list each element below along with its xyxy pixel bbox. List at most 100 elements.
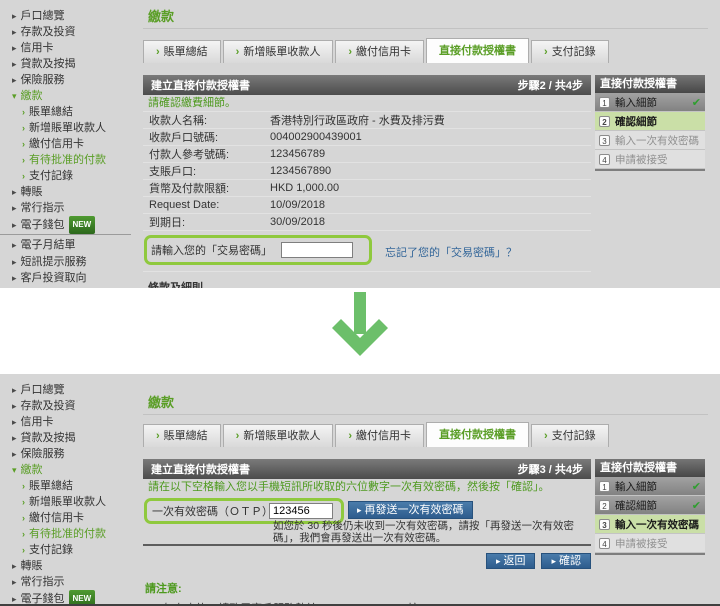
progress-steps-panel: 直接付款授權書 1輸入細節 2確認細節 3輸入一次有效密碼 4申請被接受 [595,75,705,171]
tab-direct-debit-authorisation[interactable]: 直接付款授權書 [426,422,529,447]
panel-header: 建立直接付款授權書 步驟2 / 共4步 [143,75,591,95]
button-label: 再發送一次有效密碼 [365,504,464,516]
sidebar-item-label: 常行指示 [21,202,65,214]
button-label: 返回 [503,555,525,567]
sidebar-item-e-wallet[interactable]: 電子錢包NEW [0,590,131,606]
field-row-expiry-date: 到期日:30/09/2018 [143,214,591,231]
sidebar-item-label: 轉賬 [21,560,43,572]
tab-payment-history[interactable]: 支付記錄 [531,424,609,447]
step-label: 輸入細節 [615,479,657,494]
sidebar: 戶口總覽 存款及投資 信用卡 貸款及按揭 保險服務 繳款 賬單總結 新增賬單收款… [0,374,131,606]
step-indicator: 步驟3 / 共4步 [518,461,583,477]
sidebar-item-e-statement[interactable]: 電子月結單 [0,234,131,254]
tab-payment-history[interactable]: 支付記錄 [531,40,609,63]
sidebar-item-standing-instruction[interactable]: 常行指示 [0,574,131,590]
sidebar-item-label: 保險服務 [21,74,65,86]
step-label: 申請被接受 [615,536,668,551]
sidebar-item-label: 電子錢包 [21,593,65,605]
chevron-right-icon [348,46,352,58]
sidebar-item-transfer[interactable]: 轉賬 [0,558,131,574]
sidebar-item-label: 客戶投資取向 [21,272,87,284]
sidebar-item-standing-instruction[interactable]: 常行指示 [0,200,131,216]
sidebar-item-e-wallet[interactable]: 電子錢包NEW [0,216,131,232]
step-label: 輸入細節 [615,95,657,110]
sidebar-item-pay-credit-card[interactable]: 繳付信用卡 [0,510,131,526]
sidebar-item-label: 賬單總結 [29,106,73,118]
sidebar-item-credit-card[interactable]: 信用卡 [0,414,131,430]
triangle-bullet-icon [12,446,17,462]
triangle-bullet-icon [12,382,17,398]
field-row-payee-account: 收款戶口號碼:004002900439001 [143,129,591,146]
field-value: 香港特別行政區政府 - 水費及排污費 [270,112,445,128]
back-button[interactable]: 返回 [486,553,536,569]
sidebar-item-bill-summary[interactable]: 賬單總結 [0,104,131,120]
tab-bill-summary[interactable]: 賬單總結 [143,424,221,447]
confirm-button[interactable]: 確認 [541,553,591,569]
step-number: 1 [599,97,610,108]
sidebar-item-deposits-investments[interactable]: 存款及投資 [0,24,131,40]
step-number: 2 [599,500,610,511]
resend-otp-button[interactable]: 再發送一次有效密碼 [348,501,473,519]
tab-label: 新增賬單收款人 [243,430,320,442]
sidebar-item-add-bill-payee[interactable]: 新增賬單收款人 [0,120,131,136]
sidebar-item-insurance[interactable]: 保險服務 [0,446,131,462]
sidebar-item-sms-alert[interactable]: 短訊提示服務 [0,254,131,270]
sidebar-item-label: 信用卡 [21,42,54,54]
sidebar-item-loans-mortgage[interactable]: 貸款及按揭 [0,56,131,72]
tab-add-bill-payee[interactable]: 新增賬單收款人 [223,40,334,63]
tab-direct-debit-authorisation[interactable]: 直接付款授權書 [426,38,529,63]
field-label: 支賬戶口: [143,163,270,179]
sidebar-item-bill-payment[interactable]: 繳款 [0,462,131,478]
sidebar-item-add-bill-payee[interactable]: 新增賬單收款人 [0,494,131,510]
sidebar-item-bill-payment[interactable]: 繳款 [0,88,131,104]
sidebar-item-account-overview[interactable]: 戶口總覽 [0,8,131,24]
step-3-enter-otp: 3輸入一次有效密碼 [595,515,705,534]
tab-bill-summary[interactable]: 賬單總結 [143,40,221,63]
sidebar-item-credit-card[interactable]: 信用卡 [0,40,131,56]
field-label: Request Date: [143,199,270,211]
sidebar-item-account-overview[interactable]: 戶口總覽 [0,382,131,398]
chevron-bullet-icon [22,136,25,152]
transaction-password-input[interactable] [281,242,353,258]
sidebar-item-loans-mortgage[interactable]: 貸款及按揭 [0,430,131,446]
tab-add-bill-payee[interactable]: 新增賬單收款人 [223,424,334,447]
sidebar-item-transfer[interactable]: 轉賬 [0,184,131,200]
tab-label: 新增賬單收款人 [243,46,320,58]
sidebar-item-payment-history[interactable]: 支付記錄 [0,168,131,184]
triangle-bullet-icon [12,270,17,286]
sidebar-item-pay-credit-card[interactable]: 繳付信用卡 [0,136,131,152]
tab-bar: 賬單總結 新增賬單收款人 繳付信用卡 直接付款授權書 支付記錄 [143,38,611,63]
tab-label: 賬單總結 [164,430,208,442]
sidebar-item-label: 轉賬 [21,186,43,198]
step-1-enter-details: 1 輸入細節 [595,93,705,112]
green-highlight-box: 請輸入您的「交易密碼」 [144,235,372,265]
sidebar-item-deposits-investments[interactable]: 存款及投資 [0,398,131,414]
triangle-down-bullet-icon [12,462,17,478]
sidebar-item-insurance[interactable]: 保險服務 [0,72,131,88]
sidebar-item-label: 短訊提示服務 [21,256,87,268]
triangle-bullet-icon [12,237,17,253]
sidebar-item-pending-payments[interactable]: 有待批准的付款 [0,152,131,168]
sidebar-item-investment-preference[interactable]: 客戶投資取向 [0,270,131,286]
transaction-password-row: 請輸入您的「交易密碼」 忘記了您的「交易密碼」？ [143,231,591,272]
down-arrow-icon [331,292,389,362]
check-icon [692,480,701,493]
tab-label: 繳付信用卡 [356,46,411,58]
field-value: 1234567890 [270,165,331,177]
step-label: 確認細節 [615,114,657,129]
sidebar-item-label: 支付記錄 [29,544,73,556]
forgot-password-link[interactable]: 忘記了您的「交易密碼」？ [385,244,517,260]
tab-label: 支付記錄 [552,46,596,58]
tab-label: 直接付款授權書 [439,45,516,57]
chevron-right-icon [156,46,160,58]
tab-pay-credit-card[interactable]: 繳付信用卡 [335,40,424,63]
otp-input[interactable] [269,503,333,519]
sidebar-item-bill-summary[interactable]: 賬單總結 [0,478,131,494]
step-2-confirm-details: 2確認細節 [595,112,705,131]
sidebar-item-payment-history[interactable]: 支付記錄 [0,542,131,558]
sidebar-item-pending-payments[interactable]: 有待批准的付款 [0,526,131,542]
triangle-bullet-icon [12,184,17,200]
tab-pay-credit-card[interactable]: 繳付信用卡 [335,424,424,447]
chevron-right-icon [544,430,548,442]
triangle-bullet-icon [12,72,17,88]
